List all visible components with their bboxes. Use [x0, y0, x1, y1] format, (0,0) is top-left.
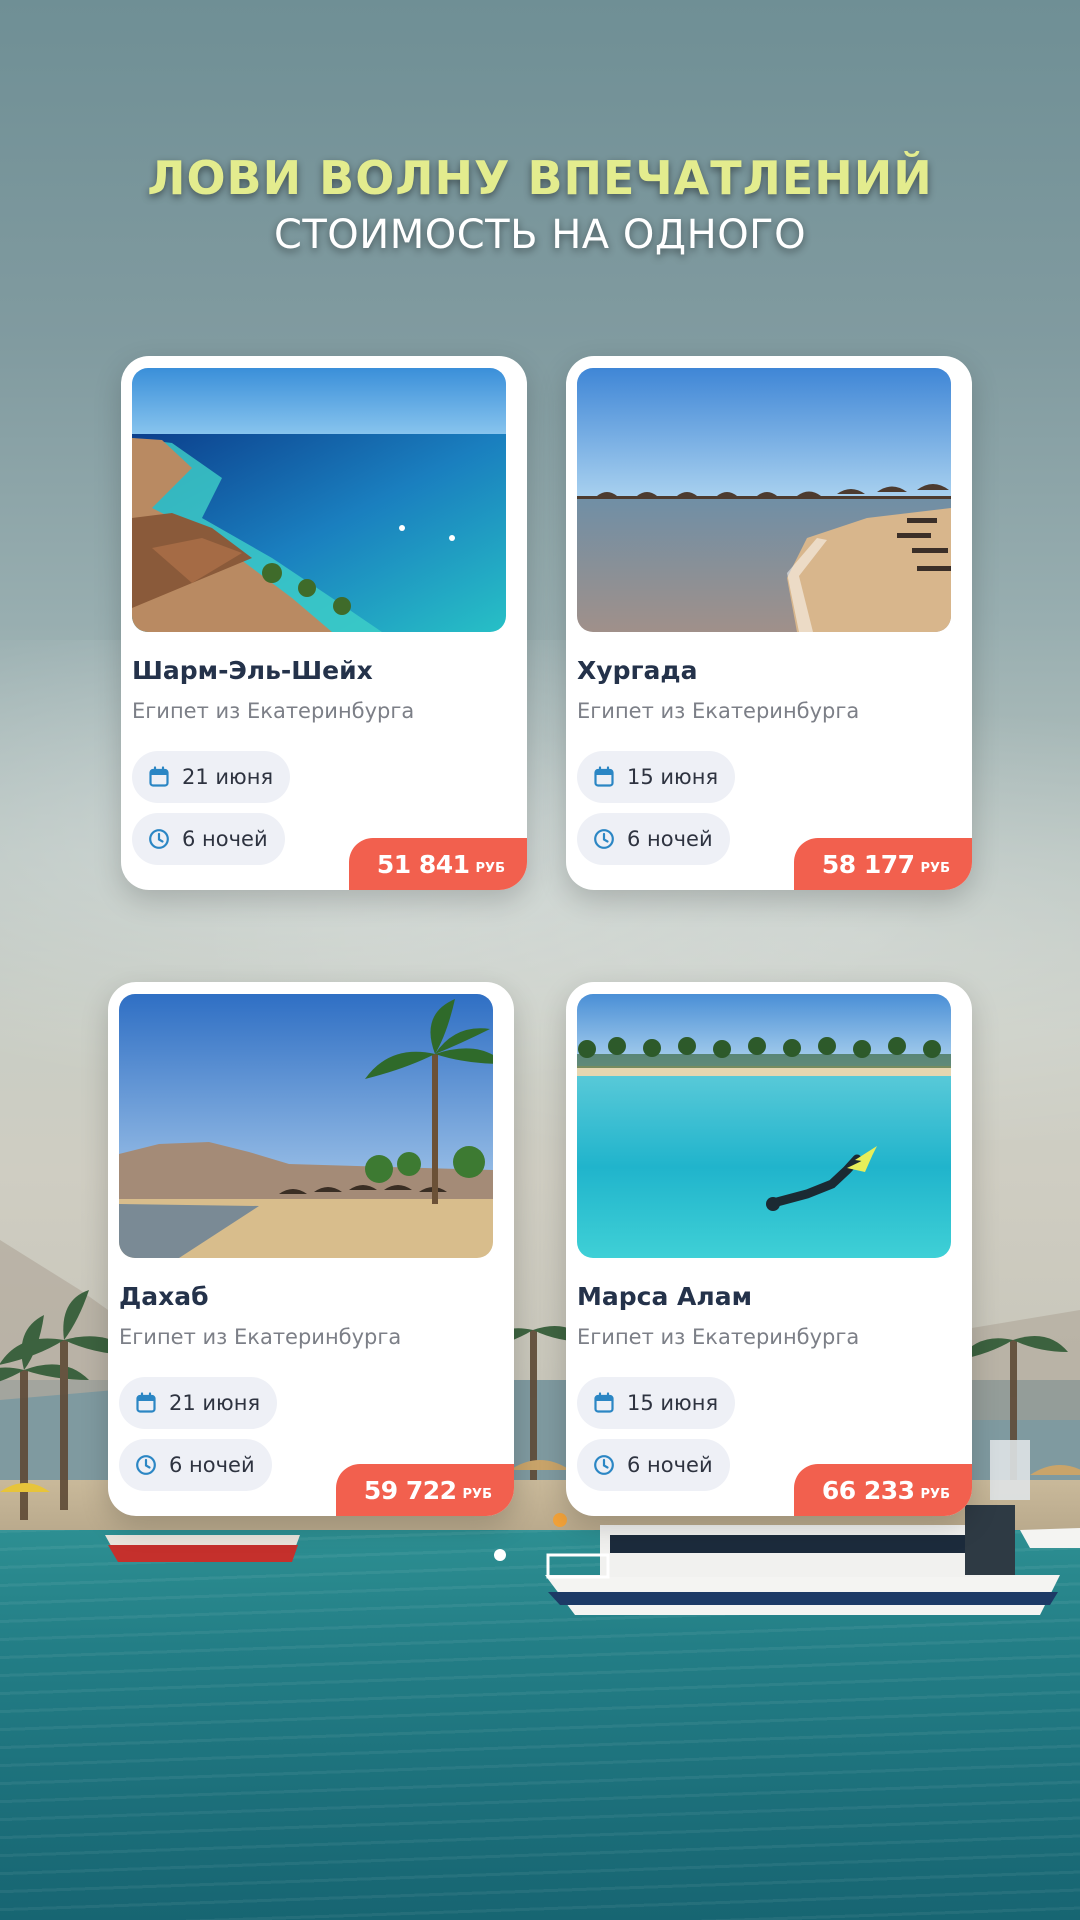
tour-date: 15 июня: [627, 765, 719, 789]
tour-photo-sharm-el-sheikh: [132, 368, 506, 632]
tour-photo-marsa-alam: [577, 994, 951, 1258]
price-badge: 51 841 РУБ: [348, 838, 527, 890]
clock-icon: [593, 828, 615, 850]
tour-nights-pill: 6 ночей: [132, 813, 285, 865]
calendar-icon: [135, 1392, 157, 1414]
tour-date: 15 июня: [627, 1391, 719, 1415]
tour-destination: Шарм-Эль-Шейх: [132, 656, 373, 685]
tour-date-pill: 15 июня: [577, 751, 736, 803]
tour-nights-pill: 6 ночей: [119, 1439, 272, 1491]
price-badge: 66 233 РУБ: [793, 1464, 972, 1516]
tour-origin: Египет из Екатеринбурга: [577, 1325, 860, 1349]
price-currency: РУБ: [475, 860, 505, 876]
clock-icon: [135, 1454, 157, 1476]
tour-destination: Дахаб: [119, 1282, 209, 1311]
price-currency: РУБ: [920, 1486, 950, 1502]
tour-origin: Египет из Екатеринбурга: [577, 699, 860, 723]
price-currency: РУБ: [920, 860, 950, 876]
tour-card-hurghada[interactable]: Хургада Египет из Екатеринбурга 15 июня …: [566, 356, 972, 890]
price-amount: 66 233: [821, 1475, 915, 1505]
tour-destination: Хургада: [577, 656, 698, 685]
tour-nights: 6 ночей: [169, 1453, 255, 1477]
price-amount: 59 722: [363, 1475, 457, 1505]
price-badge: 59 722 РУБ: [335, 1464, 514, 1516]
clock-icon: [593, 1454, 615, 1476]
tour-nights: 6 ночей: [182, 827, 268, 851]
tour-card-dahab[interactable]: Дахаб Египет из Екатеринбурга 21 июня 6 …: [108, 982, 514, 1516]
tour-card-sharm-el-sheikh[interactable]: Шарм-Эль-Шейх Египет из Екатеринбурга 21…: [121, 356, 527, 890]
tour-photo-hurghada: [577, 368, 951, 632]
clock-icon: [148, 828, 170, 850]
calendar-icon: [148, 766, 170, 788]
price-amount: 51 841: [376, 849, 470, 879]
tour-origin: Египет из Екатеринбурга: [132, 699, 415, 723]
page-title: ЛОВИ ВОЛНУ ВПЕЧАТЛЕНИЙ: [147, 151, 933, 205]
tour-date-pill: 21 июня: [132, 751, 291, 803]
price-badge: 58 177 РУБ: [793, 838, 972, 890]
background-boats-and-palms: [0, 1290, 1080, 1615]
tour-date: 21 июня: [182, 765, 274, 789]
calendar-icon: [593, 766, 615, 788]
tour-nights: 6 ночей: [627, 1453, 713, 1477]
background-resort-photo: [0, 0, 1080, 1920]
tour-card-marsa-alam[interactable]: Марса Алам Египет из Екатеринбурга 15 ию…: [566, 982, 972, 1516]
tour-date-pill: 21 июня: [119, 1377, 278, 1429]
tour-nights: 6 ночей: [627, 827, 713, 851]
tour-photo-dahab: [119, 994, 493, 1258]
calendar-icon: [593, 1392, 615, 1414]
tour-date-pill: 15 июня: [577, 1377, 736, 1429]
tour-date: 21 июня: [169, 1391, 261, 1415]
tour-nights-pill: 6 ночей: [577, 813, 730, 865]
tour-destination: Марса Алам: [577, 1282, 752, 1311]
tour-origin: Египет из Екатеринбурга: [119, 1325, 402, 1349]
price-currency: РУБ: [462, 1486, 492, 1502]
price-amount: 58 177: [821, 849, 915, 879]
headline: ЛОВИ ВОЛНУ ВПЕЧАТЛЕНИЙ СТОИМОСТЬ НА ОДНО…: [0, 150, 1080, 262]
page-subtitle: СТОИМОСТЬ НА ОДНОГО: [273, 212, 807, 258]
tour-nights-pill: 6 ночей: [577, 1439, 730, 1491]
